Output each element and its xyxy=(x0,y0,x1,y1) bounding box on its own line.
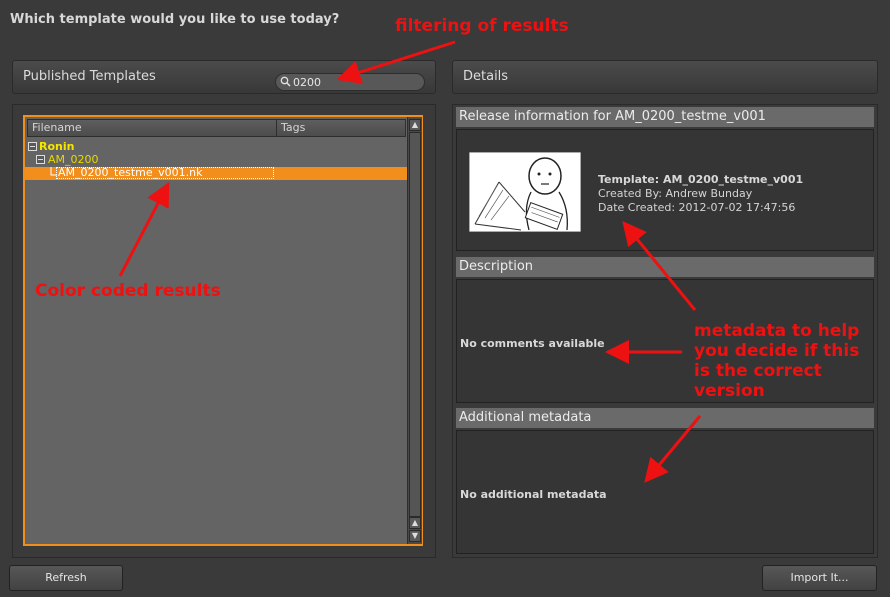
additional-metadata-section-header: Additional metadata xyxy=(456,408,874,428)
tree-node-am-0200[interactable]: AM_0200 xyxy=(48,154,99,166)
description-section-header: Description xyxy=(456,257,874,277)
tree-node-ronin[interactable]: Ronin xyxy=(39,141,74,153)
additional-metadata-text: No additional metadata xyxy=(460,488,607,501)
page-heading: Which template would you like to use tod… xyxy=(10,12,340,27)
column-tags[interactable]: Tags xyxy=(276,119,406,137)
release-section-header: Release information for AM_0200_testme_v… xyxy=(456,107,874,127)
scroll-down-icon[interactable]: ▼ xyxy=(409,530,421,542)
refresh-button[interactable]: Refresh xyxy=(9,565,123,591)
description-text: No comments available xyxy=(460,337,605,350)
template-tree[interactable]: Filename Tags Ronin AM_0200 AM_0200_test… xyxy=(23,115,423,546)
template-name: Template: AM_0200_testme_v001 xyxy=(598,173,804,186)
date-created: Date Created: 2012-07-02 17:47:56 xyxy=(598,201,796,214)
annotation-color-coded: Color coded results xyxy=(35,281,221,301)
search-icon xyxy=(280,76,291,87)
published-templates-title: Published Templates xyxy=(23,69,156,84)
scroll-up-icon[interactable]: ▲ xyxy=(409,517,421,529)
tree-node-template-file[interactable]: AM_0200_testme_v001.nk xyxy=(58,167,202,179)
annotation-filtering: filtering of results xyxy=(395,16,569,36)
collapse-icon[interactable] xyxy=(36,155,45,164)
details-title: Details xyxy=(463,69,509,84)
annotation-metadata: metadata to help you decide if this is t… xyxy=(694,321,860,401)
scroll-thumb[interactable] xyxy=(409,132,421,517)
import-button[interactable]: Import It... xyxy=(762,565,877,591)
template-thumbnail xyxy=(469,152,581,232)
search-input[interactable] xyxy=(293,74,418,90)
collapse-icon[interactable] xyxy=(28,142,37,151)
search-field[interactable] xyxy=(275,73,425,91)
details-header: Details xyxy=(452,60,878,94)
created-by: Created By: Andrew Bunday xyxy=(598,187,753,200)
vertical-scrollbar[interactable]: ▲ ▲ ▼ xyxy=(407,117,422,544)
column-filename[interactable]: Filename xyxy=(27,119,277,137)
scroll-up-icon[interactable]: ▲ xyxy=(409,119,421,131)
